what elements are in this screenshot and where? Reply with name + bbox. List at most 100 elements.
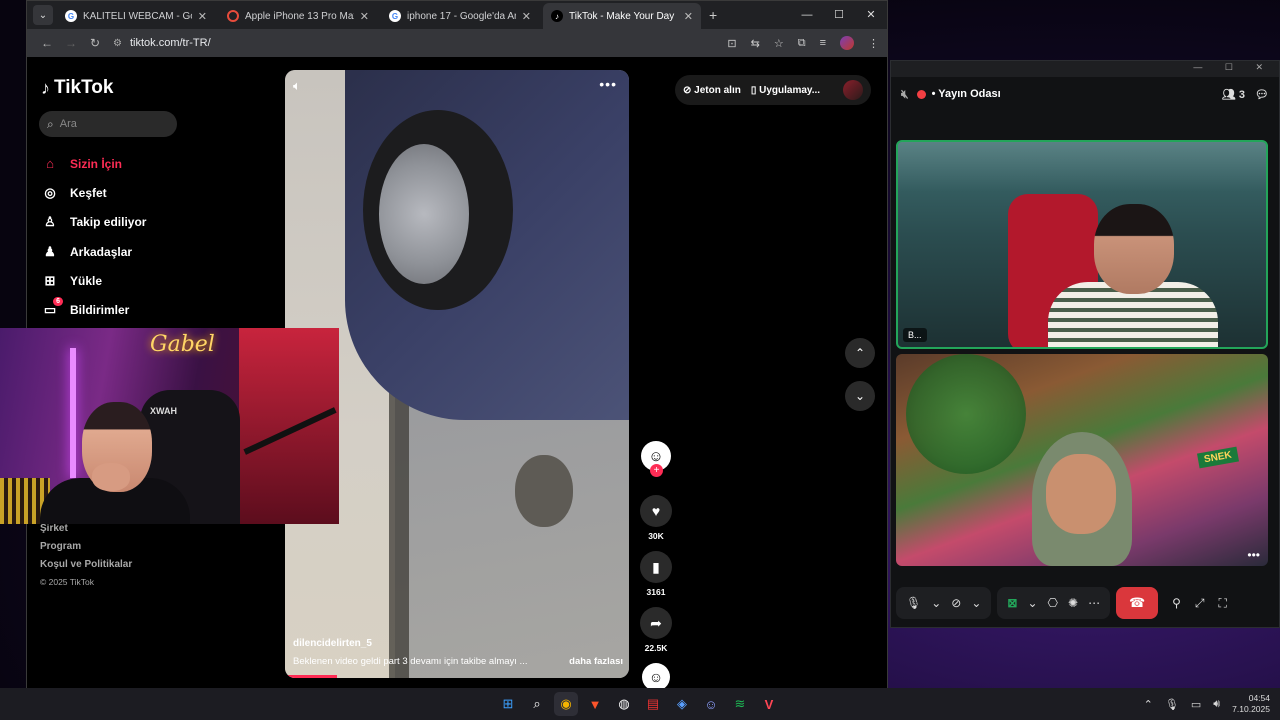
video-progress-bar[interactable] — [285, 675, 337, 678]
microphone-icon[interactable]: 🎙︎ — [906, 596, 921, 610]
discord-window-controls[interactable]: — ☐ ✕ — [1193, 62, 1273, 73]
call-controls: 🎙︎ ⌄ ⊘ ⌄ ⊠ ⌄ ⎔ ✺ ⋯ ☎ ⚲ ⤢ ⛶ — [896, 586, 1276, 620]
tile2-game-sign: SNEK — [1197, 446, 1239, 469]
tab-search-icon[interactable]: ⌄ — [33, 5, 53, 25]
app-button[interactable]: ▯ Uygulamay... — [751, 85, 820, 96]
footer-link-company[interactable]: Şirket — [40, 523, 132, 541]
screen-share-icon[interactable]: ⊠ — [1007, 596, 1017, 610]
clock[interactable]: 04:54 7.10.2025 — [1232, 693, 1270, 715]
search-icon[interactable]: ⌕ — [525, 692, 549, 716]
tab-tiktok[interactable]: ♪ TikTok - Make Your Day ✕ — [543, 3, 701, 29]
site-info-icon[interactable]: ⚙ — [113, 38, 122, 49]
app-icon[interactable]: ◈ — [670, 692, 694, 716]
sidebar-item-bildirimler[interactable]: ▭ 6 Bildirimler — [41, 295, 146, 324]
fullscreen-icon[interactable]: ⛶ — [1219, 596, 1227, 611]
chevron-down-icon[interactable]: ⌄ — [971, 596, 981, 610]
pin-icon[interactable]: ⚲ — [1172, 596, 1181, 611]
chevron-down-icon[interactable]: ⌄ — [931, 596, 941, 610]
more-link[interactable]: daha fazlası — [569, 656, 623, 667]
close-icon[interactable]: ✕ — [360, 10, 369, 23]
new-tab-icon[interactable]: + — [709, 7, 717, 23]
more-options-icon[interactable]: ••• — [599, 76, 617, 92]
popout-icon[interactable]: ⤢ — [1195, 596, 1205, 611]
sidebar-item-takip[interactable]: ♙ Takip ediliyor — [41, 208, 146, 237]
previous-video-button[interactable]: ⌃ — [845, 338, 875, 368]
profile-avatar[interactable] — [843, 80, 863, 100]
music-disc-icon[interactable]: ☺ — [642, 663, 670, 691]
video-description: Beklenen video geldi part 3 devamı için … — [293, 656, 528, 667]
bookmark-star-icon[interactable]: ☆ — [774, 37, 784, 50]
camera-off-icon[interactable]: ⊘ — [951, 596, 961, 610]
audio-controls: 🎙︎ ⌄ ⊘ ⌄ — [896, 587, 992, 619]
chevron-down-icon[interactable]: ⌄ — [1027, 596, 1037, 610]
news-icon[interactable]: ▤ — [641, 692, 665, 716]
volume-icon[interactable]: 🔈︎ — [293, 78, 301, 94]
media-icon[interactable]: ≡ — [820, 37, 826, 49]
next-video-button[interactable]: ⌄ — [845, 381, 875, 411]
volume-icon[interactable]: 🔊︎ — [1213, 698, 1220, 711]
sidebar-item-arkadaslar[interactable]: ♟ Arkadaşlar — [41, 237, 146, 266]
video-tile-2[interactable]: SNEK ••• — [896, 354, 1268, 566]
display-icon[interactable]: ▭ — [1191, 698, 1201, 711]
close-icon[interactable]: ✕ — [198, 10, 207, 23]
discord-icon[interactable]: ☺ — [699, 692, 723, 716]
forward-icon[interactable]: → — [59, 36, 83, 50]
footer-link-terms[interactable]: Koşul ve Politikalar — [40, 559, 132, 577]
channel-name: • Yayın Odası — [931, 88, 1001, 100]
install-app-icon[interactable]: ⊡ — [727, 37, 736, 50]
follow-plus-icon[interactable]: + — [650, 464, 663, 477]
close-icon[interactable]: ✕ — [684, 10, 693, 23]
video-tile-1[interactable]: B... — [896, 140, 1268, 349]
video-author[interactable]: dilencidelirten_5 — [293, 638, 372, 649]
more-options-icon[interactable]: ⋯ — [1088, 596, 1100, 610]
sidebar-item-label: Yükle — [70, 273, 103, 288]
back-icon[interactable]: ← — [35, 36, 59, 50]
tab-kaliteli-webcam[interactable]: G KALİTELİ WEBCAM - Google'da ✕ — [57, 3, 215, 29]
profile-avatar[interactable] — [840, 36, 854, 50]
sidebar-item-sizin-icin[interactable]: ⌂ Sizin İçin — [41, 149, 146, 178]
like-button[interactable]: ♥ — [640, 495, 672, 527]
share-button[interactable]: ➦ — [640, 607, 672, 639]
footer-link-program[interactable]: Program — [40, 541, 132, 559]
activity-gamepad-icon[interactable]: ⎔ — [1048, 596, 1058, 610]
translate-icon[interactable]: ⇆ — [751, 37, 760, 50]
speaker-muted-icon[interactable]: 🔇︎ — [901, 87, 909, 102]
valorant-icon[interactable]: V — [757, 692, 781, 716]
coins-button[interactable]: ⊘ Jeton alın — [683, 85, 741, 96]
close-icon[interactable]: ✕ — [522, 10, 531, 23]
tiktok-logo[interactable]: ♪ TikTok — [41, 77, 113, 99]
extensions-icon[interactable]: ⧉ — [798, 37, 806, 50]
webcam-red-wall — [239, 328, 339, 524]
tab-iphone-17[interactable]: G iphone 17 - Google'da Ara ✕ — [381, 3, 539, 29]
start-icon[interactable]: ⊞ — [496, 692, 520, 716]
participants-button[interactable]: 👥︎ 3 — [1222, 88, 1245, 101]
chrome-icon[interactable]: ◉ — [554, 692, 578, 716]
maximize-icon[interactable]: ☐ — [823, 1, 855, 29]
chat-bubble-icon[interactable]: 💬︎ — [1255, 88, 1269, 101]
disconnect-button[interactable]: ☎ — [1116, 587, 1159, 619]
sidebar-item-kesfet[interactable]: ◎ Keşfet — [41, 178, 146, 207]
clock-time: 04:54 — [1248, 693, 1270, 703]
sidebar-item-label: Takip ediliyor — [70, 215, 147, 230]
close-window-icon[interactable]: ✕ — [855, 1, 887, 29]
microphone-icon[interactable]: 🎙︎ — [1165, 698, 1179, 711]
sidebar-item-yukle[interactable]: ⊞ Yükle — [41, 266, 146, 295]
live-dot-icon — [916, 89, 926, 99]
search-input[interactable]: ⌕ Ara — [39, 111, 177, 137]
menu-icon[interactable]: ⋮ — [868, 37, 879, 50]
minimize-icon[interactable]: — — [791, 1, 823, 29]
webcam-person-hand — [92, 463, 130, 491]
tab-iphone-13[interactable]: Apple iPhone 13 Pro Max Fiyatı ✕ — [219, 3, 377, 29]
sidebar-nav: ⌂ Sizin İçin ◎ Keşfet ♙ Takip ediliyor ♟… — [41, 149, 147, 325]
creator-avatar[interactable]: ☺ + — [641, 441, 671, 477]
tile-more-icon[interactable]: ••• — [1247, 548, 1260, 562]
url-field[interactable]: ⚙ tiktok.com/tr-TR/ — [113, 37, 211, 49]
soundboard-icon[interactable]: ✺ — [1068, 596, 1078, 610]
chevron-up-icon[interactable]: ⌃ — [1144, 698, 1153, 711]
spotify-icon[interactable]: ≋ — [728, 692, 752, 716]
save-button[interactable]: ▮ — [640, 551, 672, 583]
obs-icon[interactable]: ◍ — [612, 692, 636, 716]
brave-icon[interactable]: ▼ — [583, 692, 607, 716]
tab-title: iphone 17 - Google'da Ara — [407, 10, 516, 22]
reload-icon[interactable]: ↻ — [83, 36, 107, 50]
